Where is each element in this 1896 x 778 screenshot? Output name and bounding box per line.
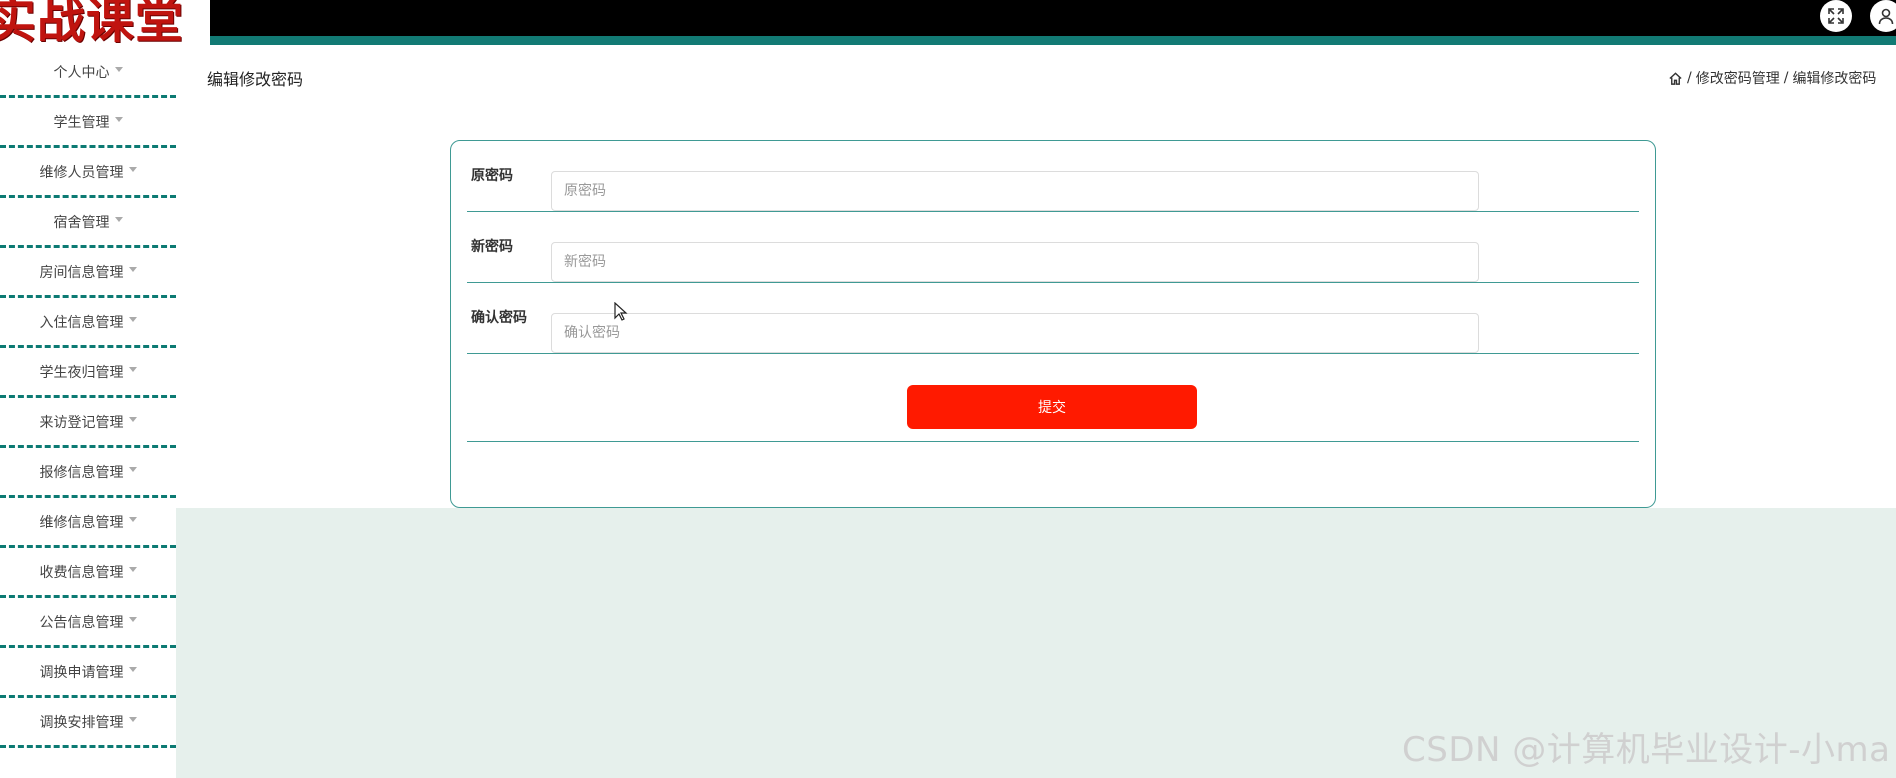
- caret-down-icon: [128, 567, 137, 572]
- password-form: 原密码 新密码 确认密码 提交: [450, 140, 1656, 508]
- sidebar-item-announcements[interactable]: 公告信息管理: [0, 598, 176, 648]
- sidebar-item-visitors[interactable]: 来访登记管理: [0, 398, 176, 448]
- caret-down-icon: [128, 467, 137, 472]
- submit-row: 提交: [467, 361, 1639, 442]
- logo: 实战课堂: [0, 0, 185, 49]
- sidebar-item-rooms[interactable]: 房间信息管理: [0, 248, 176, 298]
- top-bar-stripe: [210, 36, 1896, 45]
- user-button[interactable]: [1870, 0, 1896, 32]
- breadcrumb-item-password-management[interactable]: 修改密码管理: [1696, 68, 1780, 88]
- caret-down-icon: [114, 217, 123, 222]
- sidebar-item-repair-requests[interactable]: 报修信息管理: [0, 448, 176, 498]
- sidebar-menu: 个人中心 学生管理 维修人员管理 宿舍管理 房间信息管理 入住信息管理 学生夜归…: [0, 48, 176, 748]
- caret-down-icon: [128, 167, 137, 172]
- fullscreen-icon: [1828, 8, 1844, 24]
- caret-down-icon: [128, 267, 137, 272]
- confirm-password-label: 确认密码: [471, 310, 527, 326]
- sidebar-item-repair-staff[interactable]: 维修人员管理: [0, 148, 176, 198]
- new-password-label: 新密码: [471, 239, 513, 255]
- fullscreen-button[interactable]: [1820, 0, 1852, 32]
- caret-down-icon: [128, 517, 137, 522]
- user-icon: [1878, 8, 1894, 25]
- sidebar-item-late-return[interactable]: 学生夜归管理: [0, 348, 176, 398]
- breadcrumb: / 修改密码管理 / 编辑修改密码: [1668, 68, 1876, 88]
- confirm-password-row: 确认密码: [467, 283, 1639, 354]
- confirm-password-input[interactable]: [551, 313, 1479, 353]
- sidebar-item-swap-requests[interactable]: 调换申请管理: [0, 648, 176, 698]
- sidebar: 实战课堂 个人中心 学生管理 维修人员管理 宿舍管理 房间信息管理 入住信息管理…: [0, 0, 183, 778]
- new-password-row: 新密码: [467, 212, 1639, 283]
- caret-down-icon: [128, 667, 137, 672]
- breadcrumb-separator: /: [1687, 70, 1692, 86]
- sidebar-item-repair-info[interactable]: 维修信息管理: [0, 498, 176, 548]
- caret-down-icon: [128, 617, 137, 622]
- sidebar-item-students[interactable]: 学生管理: [0, 98, 176, 148]
- watermark: CSDN @计算机毕业设计-小ma: [1402, 730, 1891, 770]
- old-password-row: 原密码: [467, 141, 1639, 212]
- old-password-label: 原密码: [471, 168, 513, 184]
- caret-down-icon: [128, 417, 137, 422]
- mouse-cursor-icon: [614, 302, 628, 321]
- caret-down-icon: [114, 67, 123, 72]
- page-title: 编辑修改密码: [207, 70, 304, 89]
- new-password-input[interactable]: [551, 242, 1479, 282]
- home-icon[interactable]: [1668, 71, 1683, 86]
- top-bar: [210, 0, 1896, 36]
- old-password-input[interactable]: [551, 171, 1479, 211]
- caret-down-icon: [128, 367, 137, 372]
- caret-down-icon: [128, 317, 137, 322]
- sidebar-item-fees[interactable]: 收费信息管理: [0, 548, 176, 598]
- sidebar-item-dorms[interactable]: 宿舍管理: [0, 198, 176, 248]
- submit-button[interactable]: 提交: [907, 385, 1197, 429]
- sidebar-item-check-in[interactable]: 入住信息管理: [0, 298, 176, 348]
- sidebar-item-swap-arrangements[interactable]: 调换安排管理: [0, 698, 176, 748]
- caret-down-icon: [128, 717, 137, 722]
- caret-down-icon: [114, 117, 123, 122]
- breadcrumb-item-current: 编辑修改密码: [1792, 71, 1877, 87]
- breadcrumb-separator: /: [1783, 70, 1789, 86]
- sidebar-item-personal-center[interactable]: 个人中心: [0, 48, 176, 98]
